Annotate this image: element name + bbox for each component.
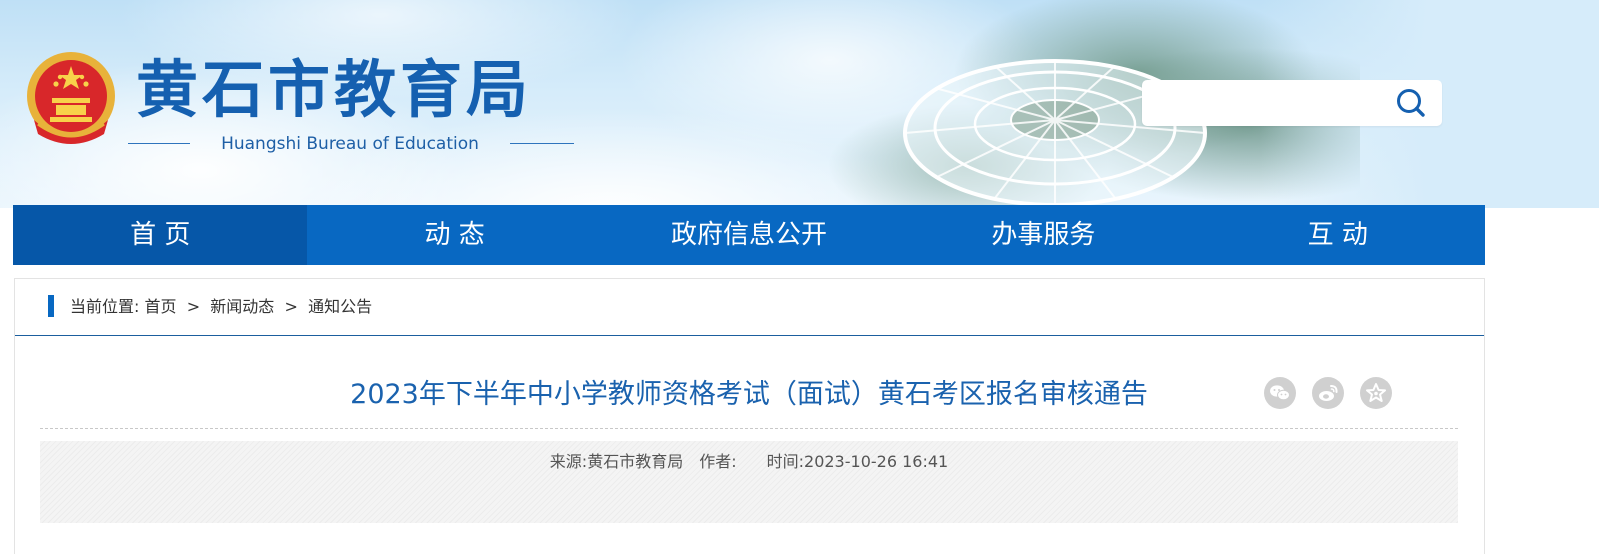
national-emblem-icon	[27, 52, 115, 144]
breadcrumb-separator: >	[284, 297, 298, 316]
divider	[128, 143, 190, 144]
title-divider	[40, 428, 1458, 429]
article-time: 2023-10-26 16:41	[804, 452, 949, 471]
glass-platform-image	[903, 59, 1207, 207]
article-title: 2023年下半年中小学教师资格考试（面试）黄石考区报名审核通告	[350, 379, 1148, 410]
breadcrumb-item-notices[interactable]: 通知公告	[308, 297, 372, 316]
time-label: 时间:	[766, 452, 805, 471]
breadcrumb: 当前位置: 首页 > 新闻动态 > 通知公告	[70, 294, 372, 320]
breadcrumb-separator	[298, 297, 303, 316]
nav-item-interaction[interactable]: 互 动	[1191, 205, 1485, 265]
search-icon	[1397, 89, 1425, 117]
wechat-icon	[1270, 385, 1290, 401]
divider	[510, 143, 574, 144]
site-subtitle: Huangshi Bureau of Education	[221, 134, 479, 154]
search-button[interactable]	[1394, 87, 1428, 119]
favorite-icon	[1366, 383, 1386, 402]
search-input[interactable]	[1152, 88, 1382, 118]
source-label: 来源:	[549, 452, 588, 471]
breadcrumb-divider	[15, 335, 1484, 336]
weibo-icon	[1319, 385, 1338, 401]
nav-item-gov-info[interactable]: 政府信息公开	[602, 205, 896, 265]
site-title: 黄石市教育局	[136, 53, 533, 126]
share-wechat-button[interactable]	[1264, 377, 1296, 409]
nav-item-services[interactable]: 办事服务	[896, 205, 1190, 265]
author-label: 作者:	[699, 452, 737, 471]
breadcrumb-separator: >	[186, 297, 201, 316]
share-weibo-button[interactable]	[1312, 377, 1344, 409]
nav-item-home[interactable]: 首 页	[13, 205, 308, 265]
article-meta: 来源:黄石市教育局 作者: 时间:2023-10-26 16:41	[40, 449, 1458, 475]
article-source: 黄石市教育局	[587, 452, 684, 471]
share-favorite-button[interactable]	[1360, 377, 1392, 409]
breadcrumb-separator	[200, 297, 205, 316]
breadcrumb-item-news[interactable]: 新闻动态	[210, 297, 274, 316]
breadcrumb-marker	[48, 295, 54, 317]
breadcrumb-item-home[interactable]: 首页	[145, 297, 177, 316]
breadcrumb-prefix: 当前位置:	[70, 297, 140, 316]
main-nav: 首 页 动 态 政府信息公开 办事服务 互 动	[13, 205, 1485, 265]
nav-item-news[interactable]: 动 态	[307, 205, 601, 265]
header-banner: 黄石市教育局 Huangshi Bureau of Education	[0, 0, 1599, 208]
site-subtitle-row: Huangshi Bureau of Education	[128, 130, 574, 158]
